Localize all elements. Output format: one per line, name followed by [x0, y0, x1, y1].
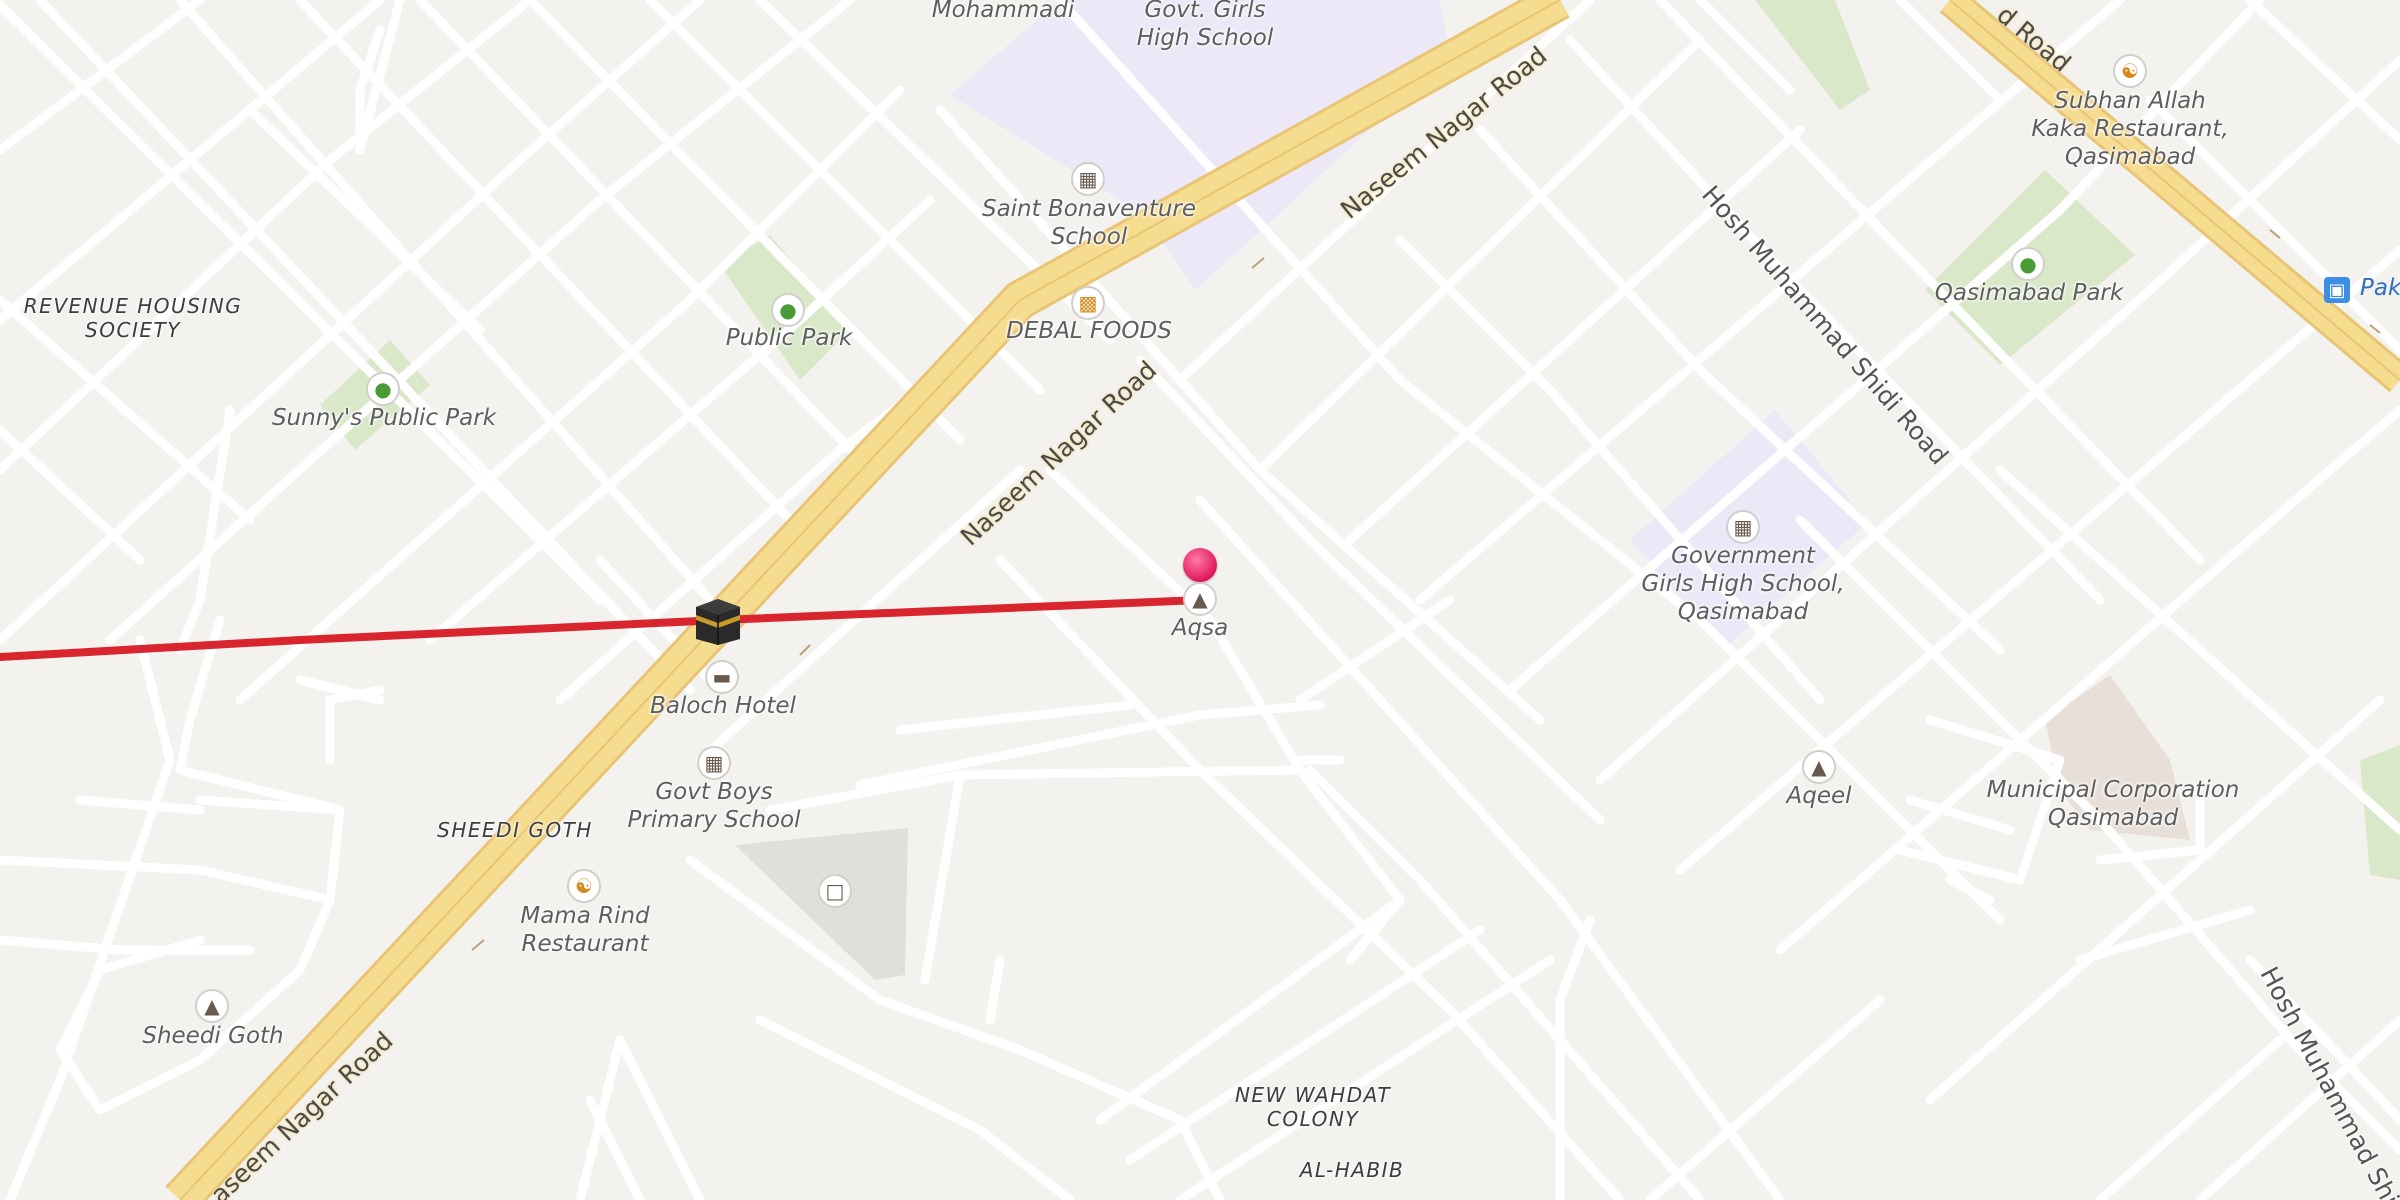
bus-stop-icon[interactable]: ▣	[2324, 277, 2350, 303]
fastfood-icon[interactable]: ▩	[1071, 286, 1105, 320]
tree-icon[interactable]: ●	[771, 293, 805, 327]
map-canvas[interactable]: Naseem Nagar Road Naseem Nagar Road asee…	[0, 0, 2400, 1200]
place-label-mama: Mama Rind Restaurant	[520, 903, 650, 957]
place-label-mohammadi: Mohammadi	[931, 0, 1075, 23]
place-label-sheedi-goth: Sheedi Goth	[142, 1023, 284, 1049]
place-label-govt-boys: Govt Boys Primary School	[627, 779, 801, 833]
place-label-saint: Saint Bonaventure School	[981, 196, 1197, 250]
place-label-qasimabad-park: Qasimabad Park	[1934, 280, 2124, 306]
hotel-icon[interactable]: ▬	[705, 660, 739, 694]
school-icon[interactable]: ▦	[1071, 162, 1105, 196]
area-label-habib: AL-HABIB	[1299, 1158, 1405, 1182]
waste-icon[interactable]: □	[818, 874, 852, 908]
place-label-aqeel: Aqeel	[1786, 783, 1852, 809]
place-label-bus-stop: Pak	[2360, 275, 2400, 301]
place-label-debal: DEBAL FOODS	[1006, 318, 1172, 344]
place-label-baloch: Baloch Hotel	[650, 693, 796, 719]
location-pin-icon[interactable]	[1183, 548, 1217, 582]
place-label-government-girls: Government Girls High School, Qasimabad	[1641, 543, 1845, 625]
park-area-top	[1755, 0, 1870, 110]
place-label-sunny: Sunny's Public Park	[271, 405, 497, 431]
mosque-icon[interactable]: ▲	[195, 989, 229, 1023]
kaaba-icon[interactable]	[692, 595, 744, 647]
place-label-public-park: Public Park	[725, 325, 853, 351]
place-label-govt-girls: Govt. Girls High School	[1136, 0, 1274, 51]
mosque-icon[interactable]: ▲	[1183, 582, 1217, 616]
mosque-icon[interactable]: ▲	[1802, 750, 1836, 784]
area-label-revenue: REVENUE HOUSING SOCIETY	[23, 294, 243, 342]
place-label-municipal: Municipal Corporation Qasimabad	[1986, 777, 2240, 831]
restaurant-icon[interactable]: ☯	[2113, 54, 2147, 88]
area-label-wahdat: NEW WAHDAT COLONY	[1234, 1083, 1392, 1131]
tree-icon[interactable]: ●	[2011, 247, 2045, 281]
route-line	[0, 596, 1204, 661]
school-icon[interactable]: ▦	[1726, 510, 1760, 544]
tree-icon[interactable]: ●	[366, 372, 400, 406]
place-label-subhan: Subhan Allah Kaka Restaurant, Qasimabad	[2031, 88, 2229, 170]
place-label-aqsa: Aqsa	[1171, 615, 1229, 641]
restaurant-icon[interactable]: ☯	[567, 869, 601, 903]
area-label-sheedi: SHEEDI GOTH	[437, 818, 593, 842]
school-icon[interactable]: ▦	[697, 746, 731, 780]
